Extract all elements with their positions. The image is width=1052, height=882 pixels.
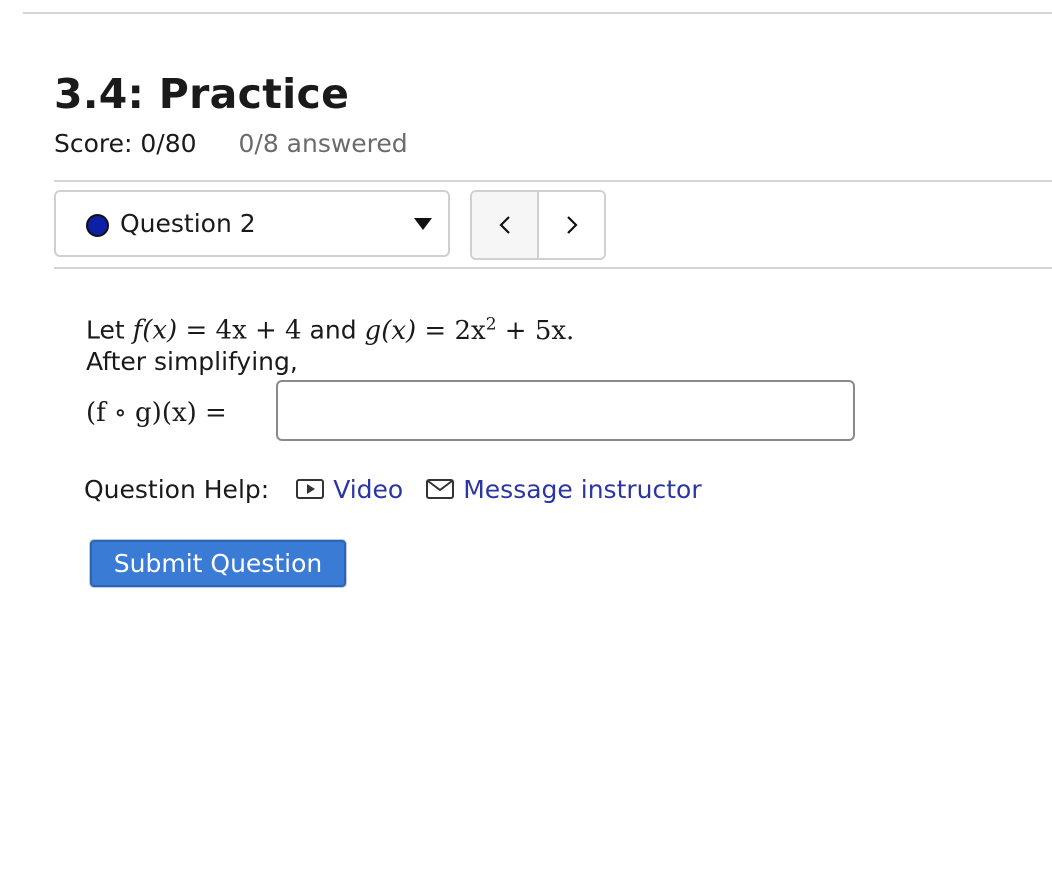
- envelope-icon: [426, 479, 455, 499]
- question-help: Question Help: Video Message instructor: [84, 471, 702, 507]
- instruction-text: After simplifying,: [86, 347, 298, 376]
- g-rhs-base: 2x: [454, 315, 486, 346]
- composition-expression: (f ∘ g)(x) =: [86, 394, 227, 432]
- f-rhs: 4x + 4: [215, 315, 302, 346]
- message-instructor-link[interactable]: Message instructor: [425, 474, 702, 504]
- question-status-dot: [86, 214, 109, 237]
- problem-statement: Let f(x) = 4x + 4 and g(x) = 2x2 + 5x.: [86, 305, 574, 350]
- video-link[interactable]: Video: [295, 475, 403, 504]
- question-help-label: Question Help:: [84, 474, 270, 504]
- g-rhs-exponent: 2: [485, 314, 497, 334]
- score-text: Score: 0/80: [54, 129, 197, 158]
- problem-lead-word: Let: [86, 315, 125, 345]
- nav-divider: [54, 267, 1052, 269]
- answered-count: 0/8 answered: [238, 129, 408, 158]
- score-summary: Score: 0/80 0/8 answered: [54, 128, 408, 160]
- chevron-right-icon: [566, 216, 578, 234]
- answer-input[interactable]: [276, 380, 855, 441]
- problem-joiner: and: [309, 315, 357, 345]
- next-question-button[interactable]: [537, 192, 604, 258]
- question-dropdown[interactable]: Question 2: [54, 190, 450, 257]
- video-link-label: Video: [333, 474, 404, 504]
- composition-equals: =: [205, 398, 227, 428]
- header-divider: [54, 180, 1052, 182]
- page-title: 3.4: Practice: [54, 70, 350, 118]
- composition-lhs: (f ∘ g)(x): [86, 398, 197, 428]
- f-lhs: f(x): [132, 315, 178, 346]
- g-rhs-tail: + 5x.: [504, 315, 575, 346]
- chevron-left-icon: [498, 216, 510, 234]
- caret-down-icon: [414, 218, 432, 230]
- g-lhs: g(x): [364, 315, 417, 346]
- top-divider: [23, 12, 1052, 14]
- question-dropdown-label: Question 2: [120, 209, 256, 238]
- message-instructor-label: Message instructor: [463, 474, 702, 504]
- f-definition: f(x) = 4x + 4: [132, 315, 302, 346]
- previous-question-button[interactable]: [472, 192, 537, 258]
- question-pager: [470, 190, 606, 260]
- video-play-icon: [296, 479, 325, 499]
- submit-question-button[interactable]: Submit Question: [90, 540, 346, 587]
- g-definition: g(x) = 2x2 + 5x.: [364, 314, 575, 346]
